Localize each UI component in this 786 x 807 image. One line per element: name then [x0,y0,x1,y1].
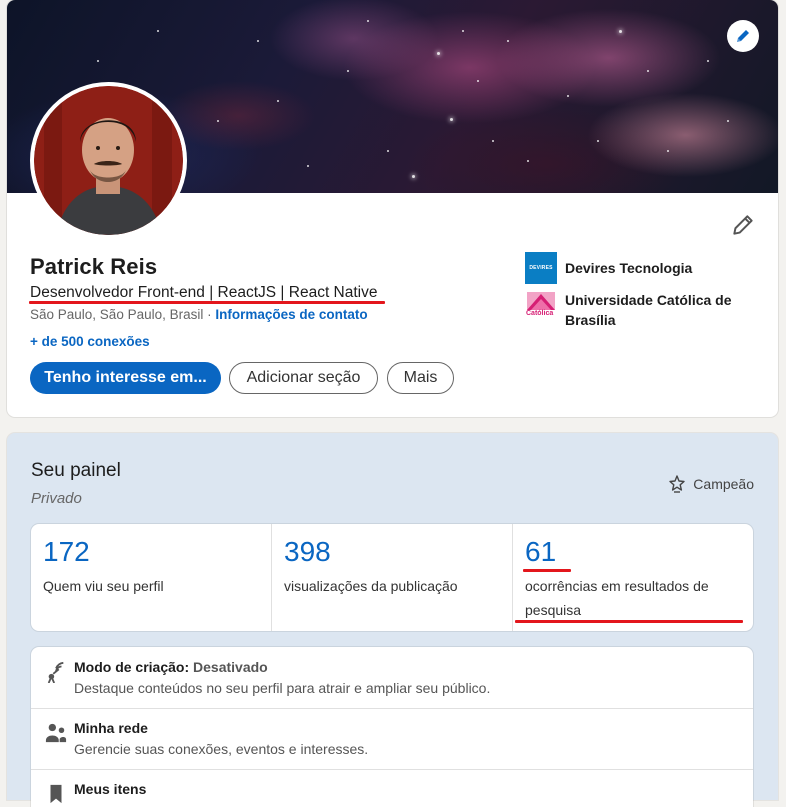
creator-mode-status: Desativado [193,659,268,675]
edit-cover-button[interactable] [727,20,759,52]
add-section-button[interactable]: Adicionar seção [229,362,378,394]
catolica-logo: Católica [525,290,557,322]
stat-post-views[interactable]: 398 visualizações da publicação [272,524,513,631]
devires-logo: DEVIRES [525,252,557,284]
stat-value: 172 [43,536,90,567]
headline-highlight-underline [29,301,385,304]
stat-label-highlight-underline [515,620,743,623]
more-button[interactable]: Mais [387,362,454,394]
profile-name: Patrick Reis [30,254,158,279]
pencil-icon [737,30,749,42]
profile-card: Patrick Reis Desenvolvedor Front-end | R… [7,0,778,417]
contact-info-link[interactable]: Informações de contato [215,307,367,322]
people-icon [45,723,67,743]
stat-label: visualizações da publicação [284,578,458,594]
dashboard-privacy: Privado [31,490,82,507]
company-current[interactable]: DEVIRES Devires Tecnologia [525,252,692,284]
champion-badge[interactable]: Campeão [669,475,754,493]
dashboard-tools: Modo de criação: Desativado Destaque con… [31,647,753,807]
connections-link[interactable]: + de 500 conexões [30,334,150,349]
catolica-logo-text: Católica [526,310,554,317]
tool-description: Destaque conteúdos no seu perfil para at… [74,680,491,696]
dashboard-section: Seu painel Privado Campeão 172 Quem viu … [7,433,778,807]
company-name: Devires Tecnologia [565,260,693,276]
champion-label: Campeão [693,476,754,492]
stat-value: 398 [284,536,331,567]
tool-my-items[interactable]: Meus itens [31,769,753,807]
edit-intro-button[interactable] [730,212,756,238]
school-name: Universidade Católica de Brasília [565,292,732,328]
avatar[interactable] [30,82,187,239]
education-school[interactable]: Católica Universidade Católica de Brasíl… [525,290,765,330]
profile-location: São Paulo, São Paulo, Brasil [30,307,204,322]
edit-icon [733,215,753,235]
star-icon [669,475,685,493]
stat-label: Quem viu seu perfil [43,578,164,594]
stat-value: 61 [525,536,557,567]
tool-title-text: Modo de criação: [74,659,190,675]
broadcast-icon [47,661,64,683]
location-separator: · [203,307,216,322]
stat-label: ocorrências em resultados de pesquisa [525,578,709,618]
dashboard-title: Seu painel [31,460,121,481]
open-to-button[interactable]: Tenho interesse em... [30,362,221,394]
profile-headline: Desenvolvedor Front-end | ReactJS | Reac… [30,284,378,301]
tool-title: Modo de criação: Desativado [74,659,268,675]
bookmark-icon [50,784,62,804]
tool-title: Meus itens [74,781,147,797]
stat-profile-views[interactable]: 172 Quem viu seu perfil [31,524,272,631]
tool-description: Gerencie suas conexões, eventos e intere… [74,741,369,757]
tool-title: Minha rede [74,720,148,736]
stat-search-appearances[interactable]: 61 ocorrências em resultados de pesquisa [513,524,753,631]
stat-value-highlight-underline [523,569,571,572]
profile-location-line: São Paulo, São Paulo, Brasil · Informaçõ… [30,307,368,322]
tool-my-network[interactable]: Minha rede Gerencie suas conexões, event… [31,708,753,770]
tool-creator-mode[interactable]: Modo de criação: Desativado Destaque con… [31,647,753,709]
analytics-stats: 172 Quem viu seu perfil 398 visualizaçõe… [31,524,753,631]
